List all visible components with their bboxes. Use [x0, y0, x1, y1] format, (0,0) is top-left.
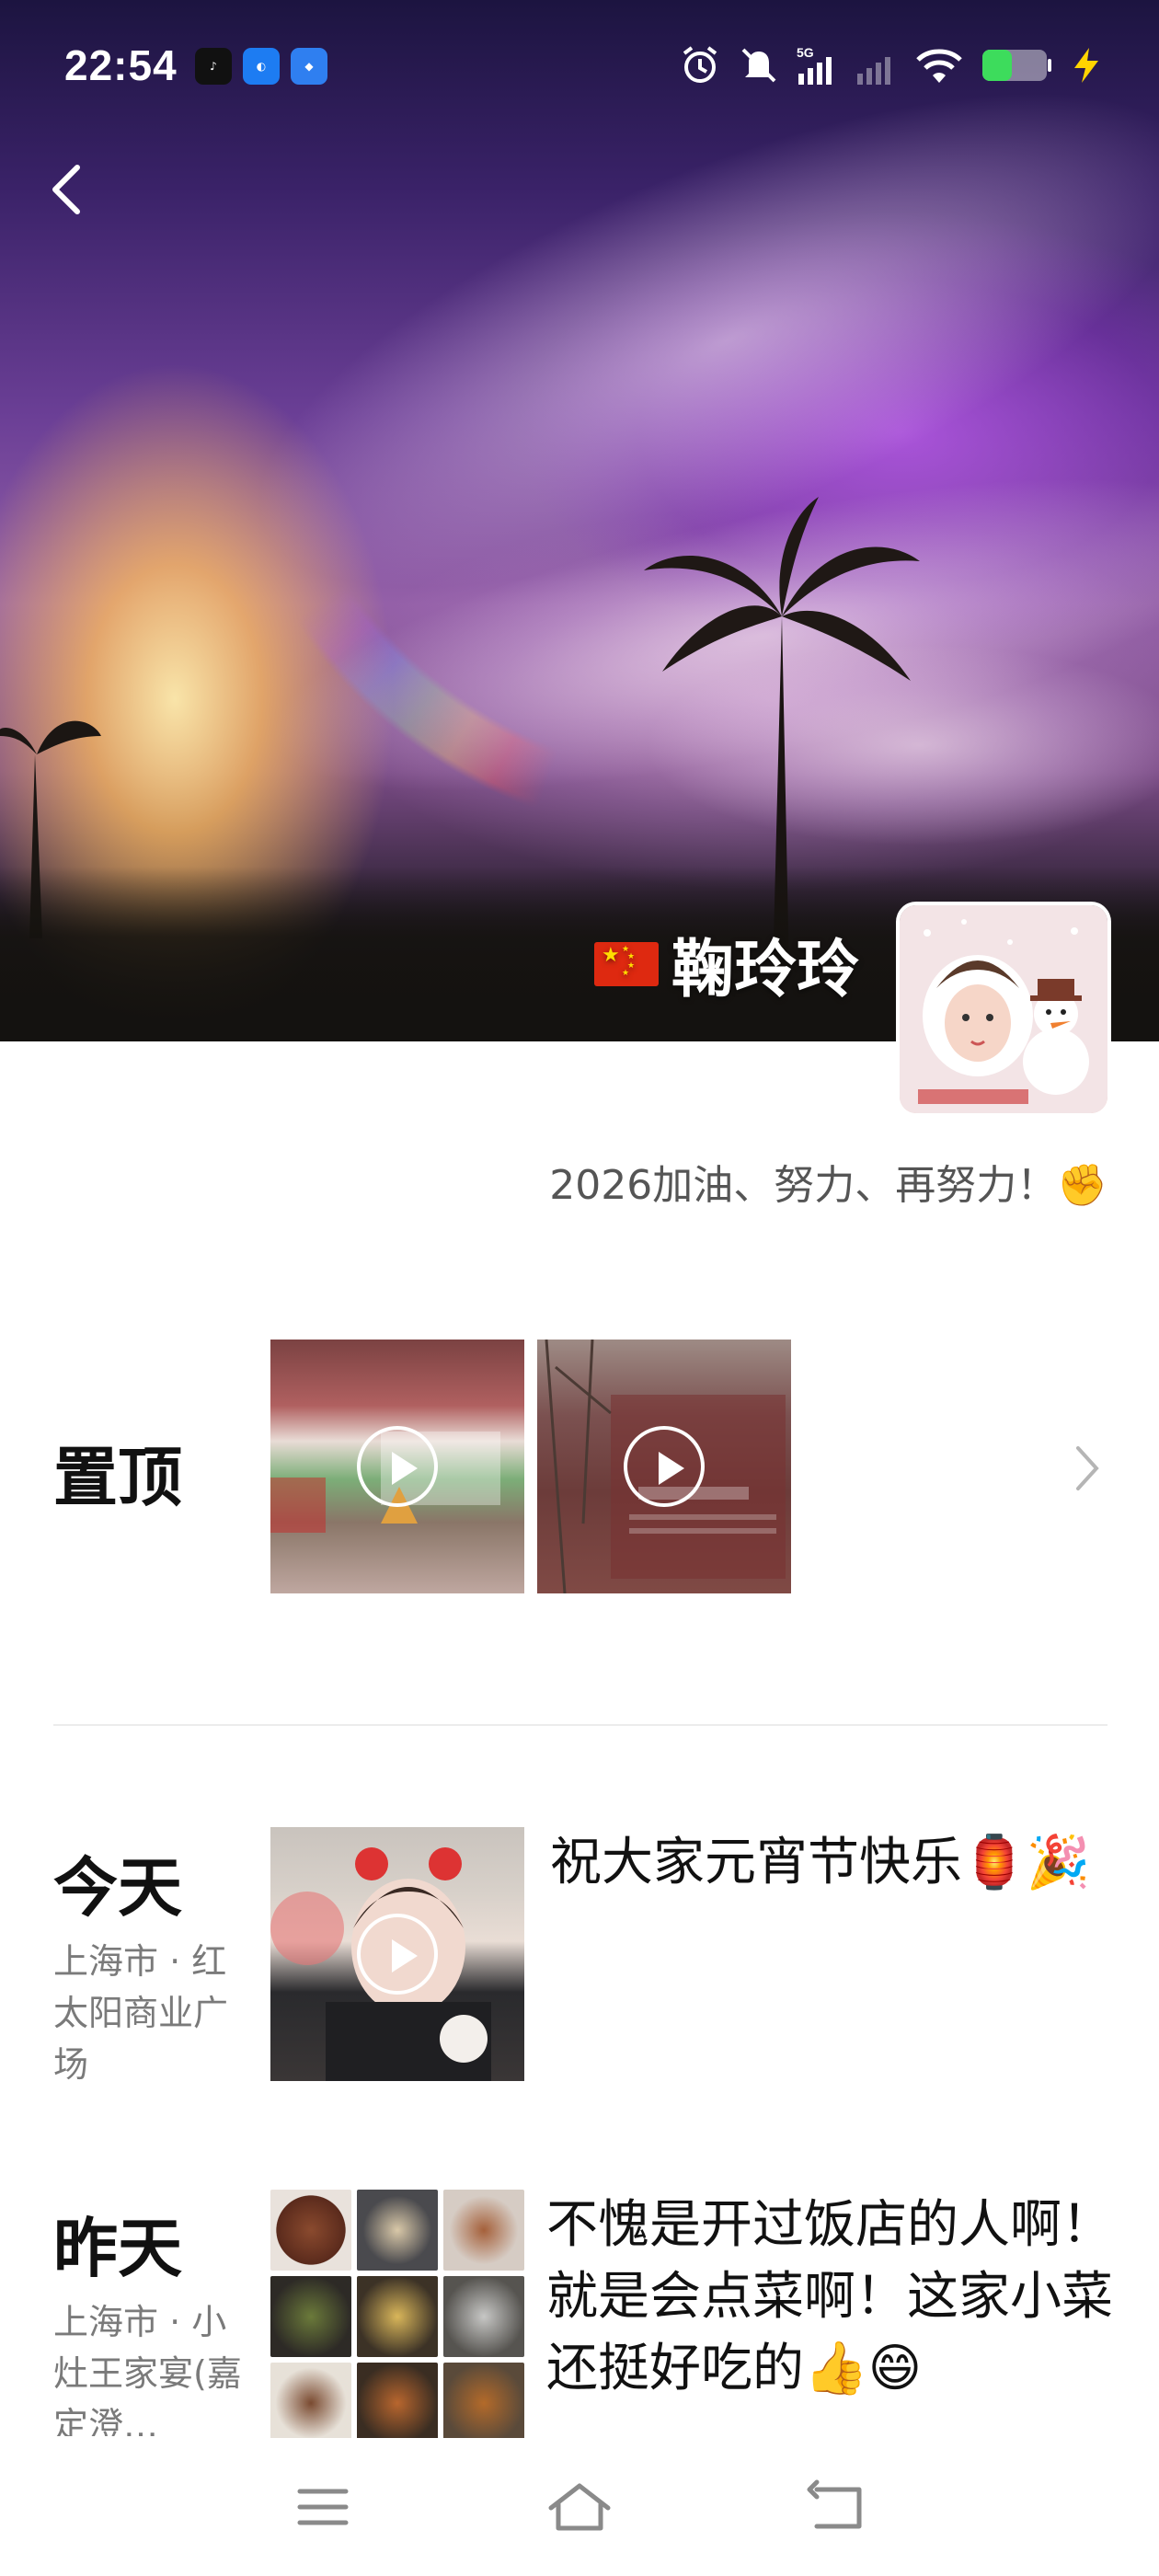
grid-photo[interactable]	[357, 2276, 438, 2357]
post-text-yesterday[interactable]: 不愧是开过饭店的人啊！就是会点菜啊！这家小菜还挺好吃的👍😄	[546, 2190, 1117, 2405]
grid-photo[interactable]	[443, 2190, 524, 2271]
grid-photo[interactable]	[270, 2363, 351, 2444]
profile-nickname[interactable]: ★ ★ ★ ★ ★ 鞠玲玲	[593, 918, 859, 1009]
section-divider	[53, 1724, 1107, 1726]
wifi-icon	[916, 49, 962, 83]
post-location-today: 上海市 · 红太阳商业广场	[53, 1941, 229, 2085]
charging-icon	[1074, 48, 1098, 83]
profile-signature: 2026加油、努力、再努力！✊	[549, 1162, 1107, 1209]
pinned-video-1[interactable]	[270, 1340, 524, 1593]
post-photo-grid[interactable]	[270, 2190, 524, 2444]
play-icon	[357, 1426, 438, 1507]
car-app-icon: ◆	[291, 48, 327, 85]
tiktok-icon: ♪	[195, 48, 232, 85]
signal-weak-icon	[857, 57, 890, 85]
battery-icon	[982, 50, 1051, 81]
menu-icon[interactable]	[281, 2475, 364, 2539]
mute-icon	[741, 48, 776, 83]
nickname-text: 鞠玲玲	[671, 934, 859, 1006]
post-day-yesterday: 昨天	[53, 2211, 182, 2286]
post-location-yesterday: 上海市 · 小灶王家宴(嘉定澄…	[53, 2302, 242, 2436]
system-nav-bar	[0, 2438, 1159, 2576]
svg-text:5G: 5G	[797, 45, 814, 60]
post-text-today[interactable]: 祝大家元宵节快乐🏮🎉	[550, 1827, 1120, 1899]
chevron-right-icon[interactable]	[1069, 1441, 1106, 1496]
status-bar: 22:54 ♪ ◐ ◆ 5G	[0, 0, 1159, 138]
grid-photo[interactable]	[357, 2190, 438, 2271]
pinned-label: 置顶	[53, 1440, 182, 1515]
grid-photo[interactable]	[443, 2363, 524, 2444]
home-icon[interactable]	[538, 2475, 621, 2539]
post-day-today: 今天	[53, 1850, 182, 1926]
pinned-video-2[interactable]	[537, 1340, 791, 1593]
grid-photo[interactable]	[357, 2363, 438, 2444]
back-icon[interactable]	[795, 2475, 878, 2539]
grid-photo[interactable]	[443, 2276, 524, 2357]
5g-signal-icon: 5G	[797, 45, 832, 85]
browser-icon: ◐	[243, 48, 280, 85]
avatar-illustration	[900, 905, 1107, 1113]
back-arrow-icon[interactable]	[37, 156, 103, 223]
avatar[interactable]	[900, 905, 1107, 1113]
play-icon	[624, 1426, 705, 1507]
post-video-today[interactable]	[270, 1827, 524, 2081]
grid-photo[interactable]	[270, 2190, 351, 2271]
grid-photo[interactable]	[270, 2276, 351, 2357]
status-right-icons: 5G	[679, 44, 1104, 86]
play-icon	[357, 1914, 438, 1995]
cover-image[interactable]	[0, 0, 1159, 1041]
status-app-icons: ♪ ◐ ◆	[195, 48, 327, 85]
status-time: 22:54	[64, 41, 178, 89]
china-flag-icon: ★ ★ ★ ★ ★	[593, 941, 659, 986]
alarm-icon	[683, 46, 717, 83]
